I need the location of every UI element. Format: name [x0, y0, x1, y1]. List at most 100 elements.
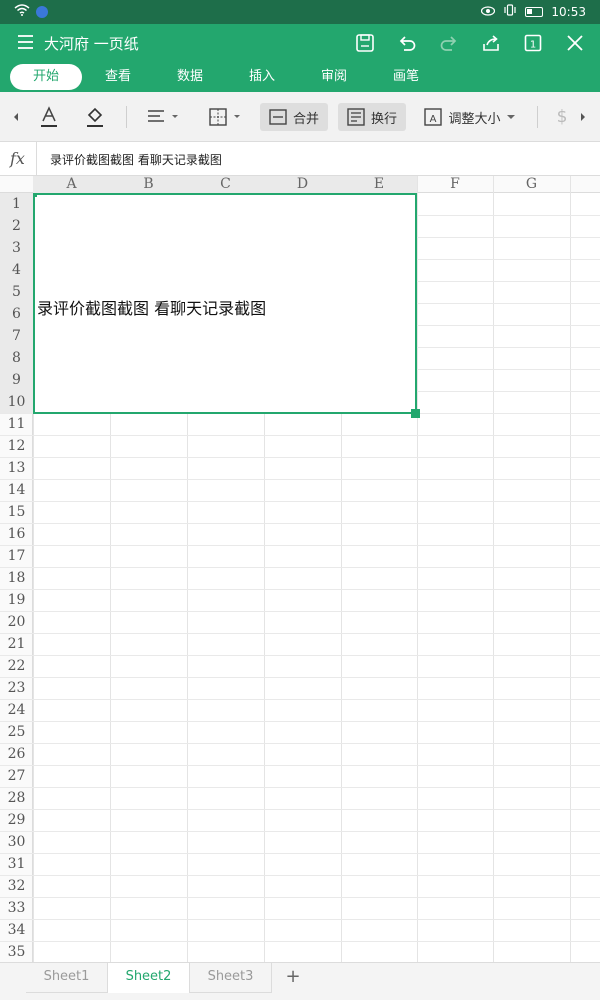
- redo-icon[interactable]: [436, 30, 462, 56]
- column-header-c[interactable]: C: [187, 176, 264, 193]
- row-header-17[interactable]: 17: [0, 545, 33, 567]
- wrap-text-button[interactable]: 换行: [338, 103, 406, 131]
- save-icon[interactable]: [352, 30, 378, 56]
- toolbar: 合并 换行 A 调整大小 $: [0, 92, 600, 142]
- sheet-tab-1[interactable]: Sheet1: [26, 963, 108, 993]
- column-header-g[interactable]: G: [493, 176, 570, 193]
- row-header-33[interactable]: 33: [0, 897, 33, 919]
- row-gridline: [0, 743, 600, 744]
- row-header-13[interactable]: 13: [0, 457, 33, 479]
- row-header-31[interactable]: 31: [0, 853, 33, 875]
- status-time: 10:53: [551, 4, 586, 19]
- row-header-11[interactable]: 11: [0, 413, 33, 435]
- border-dropdown[interactable]: [204, 103, 246, 131]
- row-header-23[interactable]: 23: [0, 677, 33, 699]
- merge-button[interactable]: 合并: [260, 103, 328, 131]
- column-header-a[interactable]: A: [33, 176, 110, 193]
- tab-data[interactable]: 数据: [164, 64, 216, 90]
- hamburger-menu-icon[interactable]: [16, 32, 36, 52]
- row-gridline: [0, 655, 600, 656]
- tab-insert[interactable]: 插入: [236, 64, 288, 90]
- merged-cell-a1-e10[interactable]: 录评价截图截图 看聊天记录截图: [33, 193, 417, 414]
- column-header-b[interactable]: B: [110, 176, 187, 193]
- row-header-21[interactable]: 21: [0, 633, 33, 655]
- row-gridline: [0, 809, 600, 810]
- row-gridline: [0, 567, 600, 568]
- fx-label[interactable]: fx: [10, 149, 25, 168]
- fill-handle[interactable]: [411, 409, 420, 418]
- page-count-icon[interactable]: 1: [520, 30, 546, 56]
- row-gridline: [0, 875, 600, 876]
- row-header-18[interactable]: 18: [0, 567, 33, 589]
- row-header-14[interactable]: 14: [0, 479, 33, 501]
- row-header-27[interactable]: 27: [0, 765, 33, 787]
- row-header-4[interactable]: 4: [0, 259, 33, 281]
- row-header-28[interactable]: 28: [0, 787, 33, 809]
- align-dropdown[interactable]: [142, 103, 184, 131]
- row-header-1[interactable]: 1: [0, 193, 33, 215]
- row-header-24[interactable]: 24: [0, 699, 33, 721]
- add-sheet-button[interactable]: +: [280, 963, 306, 993]
- row-header-35[interactable]: 35: [0, 941, 33, 962]
- row-gridline: [0, 765, 600, 766]
- row-header-22[interactable]: 22: [0, 655, 33, 677]
- row-header-26[interactable]: 26: [0, 743, 33, 765]
- undo-icon[interactable]: [394, 30, 420, 56]
- selection-corner-marker: [33, 193, 37, 197]
- scroll-right-icon[interactable]: [574, 103, 592, 131]
- fill-color-icon[interactable]: [80, 103, 110, 131]
- row-gridline: [0, 853, 600, 854]
- svg-text:A: A: [430, 114, 437, 125]
- row-header-8[interactable]: 8: [0, 347, 33, 369]
- row-gridline: [0, 589, 600, 590]
- row-header-5[interactable]: 5: [0, 281, 33, 303]
- row-header-9[interactable]: 9: [0, 369, 33, 391]
- column-header-e[interactable]: E: [341, 176, 417, 193]
- spreadsheet-grid[interactable]: ABCDEFG 1 2 3 4 5 6 7 8 9 10 11 12 13 14 15 16 17 18 19 20 2…: [0, 176, 600, 962]
- battery-icon: [525, 6, 544, 17]
- share-icon[interactable]: [478, 30, 504, 56]
- resize-dropdown[interactable]: A 调整大小: [420, 103, 520, 131]
- row-header-25[interactable]: 25: [0, 721, 33, 743]
- font-color-icon[interactable]: [34, 103, 64, 131]
- toolbar-divider: [537, 106, 538, 128]
- row-header-32[interactable]: 32: [0, 875, 33, 897]
- row-header-12[interactable]: 12: [0, 435, 33, 457]
- ribbon-tabs: 开始 查看 数据 插入 审阅 画笔: [0, 62, 600, 92]
- row-gridline: [0, 897, 600, 898]
- row-gridline: [0, 633, 600, 634]
- tab-view[interactable]: 查看: [92, 64, 144, 90]
- sheet-tab-3[interactable]: Sheet3: [190, 963, 272, 993]
- row-header-3[interactable]: 3: [0, 237, 33, 259]
- row-header-19[interactable]: 19: [0, 589, 33, 611]
- close-icon[interactable]: [562, 30, 588, 56]
- row-gridline: [0, 435, 600, 436]
- sheet-tab-2[interactable]: Sheet2: [108, 963, 190, 993]
- row-header-16[interactable]: 16: [0, 523, 33, 545]
- row-header-6[interactable]: 6: [0, 303, 33, 325]
- tab-review[interactable]: 审阅: [308, 64, 360, 90]
- row-gridline: [0, 831, 600, 832]
- column-gridline: [417, 176, 418, 962]
- row-header-29[interactable]: 29: [0, 809, 33, 831]
- document-title: 大河府 一页纸: [44, 35, 139, 53]
- row-gridline: [0, 479, 600, 480]
- formula-input[interactable]: 录评价截图截图 看聊天记录截图: [50, 151, 222, 168]
- column-header-f[interactable]: F: [417, 176, 493, 193]
- tab-start[interactable]: 开始: [10, 64, 82, 90]
- row-header-30[interactable]: 30: [0, 831, 33, 853]
- row-header-10[interactable]: 10: [0, 391, 33, 413]
- column-header-d[interactable]: D: [264, 176, 341, 193]
- row-gridline: [0, 457, 600, 458]
- row-header-2[interactable]: 2: [0, 215, 33, 237]
- row-header-34[interactable]: 34: [0, 919, 33, 941]
- security-shield-icon: [36, 5, 48, 18]
- row-header-15[interactable]: 15: [0, 501, 33, 523]
- merge-icon: [269, 109, 287, 125]
- tab-pen[interactable]: 画笔: [380, 64, 432, 90]
- row-header-7[interactable]: 7: [0, 325, 33, 347]
- row-gridline: [0, 699, 600, 700]
- currency-format-button[interactable]: $: [552, 103, 572, 131]
- scroll-left-icon[interactable]: [6, 103, 26, 131]
- row-header-20[interactable]: 20: [0, 611, 33, 633]
